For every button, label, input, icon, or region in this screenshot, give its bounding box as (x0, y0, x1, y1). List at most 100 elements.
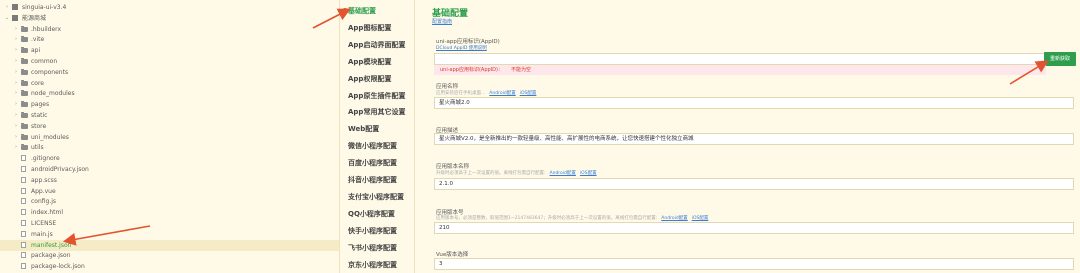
nav-item[interactable]: 飞书小程序配置 (340, 239, 415, 257)
file-icon (21, 176, 26, 183)
folder-icon (21, 68, 28, 75)
nav-item[interactable]: 微信小程序配置 (340, 137, 415, 155)
nav-item[interactable]: 快手小程序配置 (340, 222, 415, 240)
file-icon (21, 166, 26, 172)
nav-item[interactable]: Web配置 (340, 120, 415, 138)
tree-item[interactable]: › singuia-ui-v3.4 (0, 2, 339, 13)
nav-item-label: App模块配置 (348, 57, 392, 66)
tree-item[interactable]: › uni_modules (0, 132, 339, 143)
tree-item[interactable]: LICENSE (0, 218, 339, 229)
appid-label: uni-app应用标识(AppID) (436, 39, 500, 45)
chevron-right-icon[interactable]: › (4, 2, 10, 13)
tree-item[interactable]: › .vite (0, 34, 339, 45)
nav-item-label: 百度小程序配置 (348, 159, 397, 168)
tree-item-label: uni_modules (31, 133, 69, 141)
tree-item[interactable]: › core (0, 78, 339, 89)
config-guide-link[interactable]: 配置指南 (432, 18, 452, 25)
tree-item[interactable]: › store (0, 121, 339, 132)
tree-item-label: pages (31, 101, 50, 109)
refetch-appid-button[interactable]: 重新获取 (1044, 52, 1076, 66)
appid-help-link[interactable]: DCloud AppID 使用说明 (436, 45, 487, 51)
android-config-link[interactable]: Android配置 (489, 91, 515, 96)
tree-item[interactable]: index.html (0, 207, 339, 218)
nav-item[interactable]: 支付宝小程序配置 (340, 188, 415, 206)
nav-item-label: App常用其它设置 (348, 108, 406, 117)
tree-item-label: components (31, 68, 69, 76)
tree-item-label: common (31, 58, 58, 65)
chevron-right-icon[interactable]: › (13, 24, 19, 35)
app-desc-input[interactable]: 星火商城V2.0，是全新推出的一款轻量级、高性能、高扩展性的电商系统，让您快速搭… (434, 133, 1074, 145)
nav-item[interactable]: ! 基础配置 (340, 2, 415, 20)
tree-item[interactable]: › components (0, 67, 339, 78)
appid-error-message: uni-app应用标识(AppID)： 不能为空 (434, 65, 1046, 75)
tree-item-label: package-lock.json (31, 263, 85, 271)
tree-item[interactable]: androidPrivacy.json (0, 164, 339, 175)
appid-input[interactable] (434, 53, 1046, 65)
chevron-right-icon[interactable]: › (13, 34, 19, 45)
tree-item[interactable]: App.vue (0, 186, 339, 197)
tree-item-label: singuia-ui-v3.4 (22, 4, 67, 11)
nav-item[interactable]: 京东小程序配置 (340, 256, 415, 273)
tree-item[interactable]: .gitignore (0, 153, 339, 164)
ios-config-link[interactable]: iOS配置 (580, 171, 597, 176)
chevron-right-icon[interactable]: › (13, 56, 19, 67)
chevron-right-icon[interactable]: › (13, 67, 19, 78)
chevron-right-icon[interactable]: › (13, 132, 19, 143)
nav-item-label: 基础配置 (348, 7, 376, 15)
android-config-link[interactable]: Android配置 (550, 171, 576, 176)
chevron-right-icon[interactable]: › (13, 45, 19, 56)
nav-item[interactable]: App图标配置 (340, 19, 415, 37)
tree-item[interactable]: › static (0, 110, 339, 121)
nav-item[interactable]: App常用其它设置 (340, 103, 415, 121)
chevron-right-icon[interactable]: › (13, 121, 19, 132)
nav-item-label: 微信小程序配置 (348, 142, 397, 151)
nav-item[interactable]: 抖音小程序配置 (340, 171, 415, 189)
tree-item[interactable]: package-lock.json (0, 261, 339, 272)
tree-item[interactable]: main.js (0, 229, 339, 240)
tree-item[interactable]: › api (0, 45, 339, 56)
ios-config-link[interactable]: iOS配置 (692, 216, 709, 221)
chevron-right-icon[interactable]: › (13, 110, 19, 121)
nav-item-label: 快手小程序配置 (348, 226, 397, 235)
tree-item[interactable]: › node_modules (0, 88, 339, 99)
nav-item[interactable]: App启动界面配置 (340, 36, 415, 54)
folder-icon (21, 101, 28, 108)
tree-item-label: 能源商城 (22, 14, 47, 22)
tree-item[interactable]: manifest.json (0, 239, 339, 251)
chevron-right-icon[interactable]: › (13, 142, 19, 153)
tree-item-label: androidPrivacy.json (31, 166, 89, 173)
tree-item[interactable]: config.js (0, 196, 339, 207)
tree-item[interactable]: › utils (0, 142, 339, 153)
app-name-hint: 应用安装后在手机桌面... Android配置 iOS配置 (436, 91, 537, 96)
tree-item[interactable]: app.scss (0, 175, 339, 186)
folder-icon (12, 4, 18, 10)
vue-version-select[interactable]: 3 (434, 258, 1074, 270)
nav-item[interactable]: QQ小程序配置 (340, 205, 415, 223)
nav-item[interactable]: App原生插件配置 (340, 87, 415, 105)
folder-icon (21, 90, 28, 97)
chevron-down-icon[interactable]: ⌄ (4, 13, 10, 24)
app-name-input[interactable]: 星火商城2.0 (434, 97, 1074, 109)
nav-item-label: 飞书小程序配置 (348, 243, 397, 252)
tree-item-label: node_modules (31, 90, 75, 98)
version-code-input[interactable]: 210 (434, 222, 1074, 234)
tree-item[interactable]: ⌄ 能源商城 (0, 13, 339, 24)
android-config-link[interactable]: Android配置 (661, 216, 687, 221)
chevron-right-icon[interactable]: › (13, 78, 19, 89)
file-icon (21, 198, 26, 205)
file-icon (21, 155, 26, 162)
manifest-editor-window: › singuia-ui-v3.4 ⌄ 能源商城 › .hbuilderx › .vite › a… (0, 0, 1080, 273)
folder-icon (21, 144, 28, 151)
tree-item[interactable]: › pages (0, 99, 339, 110)
nav-item-label: QQ小程序配置 (348, 209, 395, 218)
chevron-right-icon[interactable]: › (13, 99, 19, 110)
nav-item[interactable]: App权限配置 (340, 70, 415, 88)
ios-config-link[interactable]: iOS配置 (520, 91, 537, 96)
tree-item[interactable]: package.json (0, 250, 339, 261)
tree-item[interactable]: › .hbuilderx (0, 24, 339, 35)
tree-item[interactable]: › common (0, 56, 339, 67)
version-name-input[interactable]: 2.1.0 (434, 178, 1074, 190)
chevron-right-icon[interactable]: › (13, 88, 19, 99)
nav-item[interactable]: 百度小程序配置 (340, 154, 415, 172)
nav-item[interactable]: App模块配置 (340, 53, 415, 71)
